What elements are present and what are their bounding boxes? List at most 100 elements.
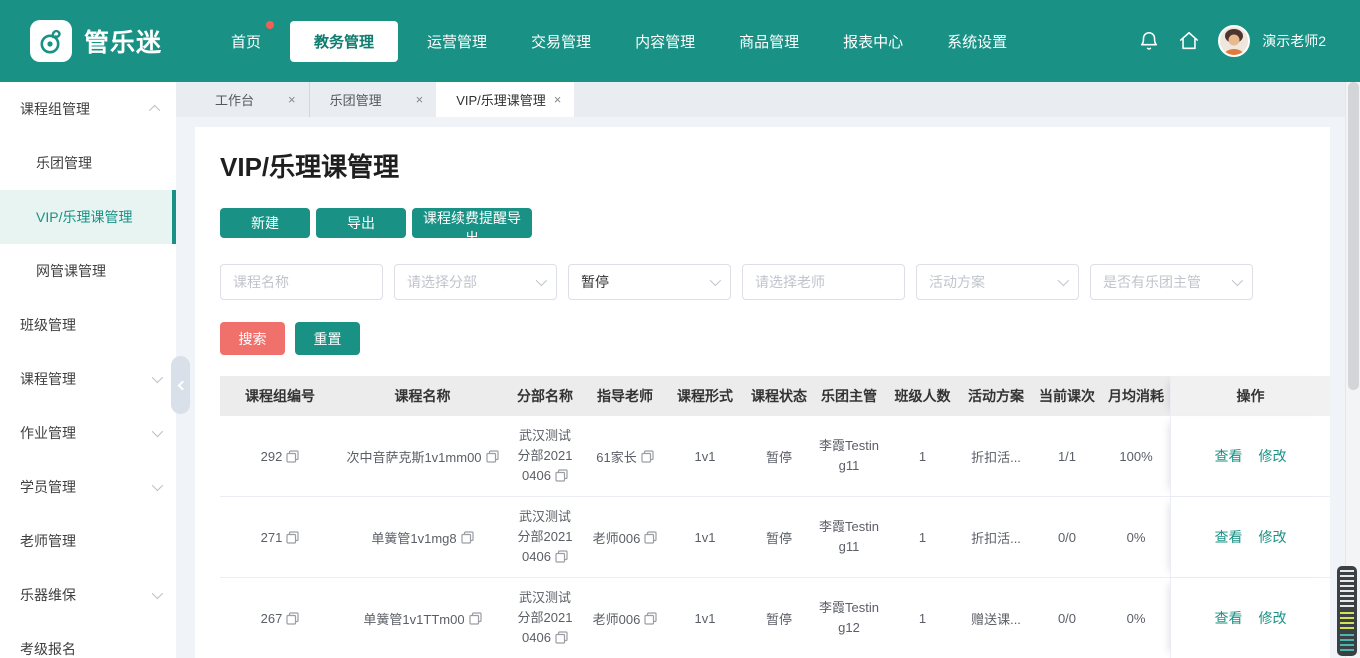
sidebar-item-label: 老师管理 (20, 533, 76, 549)
cell-monthly: 100% (1119, 448, 1153, 464)
edit-link[interactable]: 修改 (1259, 608, 1287, 628)
view-link[interactable]: 查看 (1215, 446, 1243, 466)
copy-icon[interactable] (555, 550, 568, 563)
minimap-section-teal (1340, 634, 1354, 654)
copy-icon[interactable] (286, 530, 299, 544)
chevron-down-icon (151, 587, 164, 600)
sidebar-item-vip-course-mgmt[interactable]: VIP/乐理课管理 (0, 190, 176, 244)
teacher-value: 61家长 (596, 449, 637, 465)
teacher-input-wrap (742, 264, 905, 300)
status-select-value: 暂停 (581, 274, 609, 290)
tab-bar: 工作台 × 乐团管理 × VIP/乐理课管理 × (176, 82, 1360, 117)
sidebar-collapse-handle[interactable] (171, 356, 190, 414)
view-link[interactable]: 查看 (1215, 608, 1243, 628)
edit-link[interactable]: 修改 (1259, 446, 1287, 466)
cell-manager: 李霞Testing11 (813, 416, 885, 496)
tab-close-icon[interactable]: × (554, 92, 562, 107)
copy-icon[interactable] (286, 449, 299, 463)
tab-close-icon[interactable]: × (416, 92, 424, 107)
nav-item-content[interactable]: 内容管理 (620, 22, 710, 61)
nav-item-products[interactable]: 商品管理 (724, 22, 814, 61)
sidebar-item-orchestra-mgmt[interactable]: 乐团管理 (0, 136, 176, 190)
copy-icon[interactable] (286, 611, 299, 625)
copy-icon[interactable] (644, 611, 657, 625)
col-header: 班级人数 (894, 388, 951, 404)
manager-value: 李霞Testing11 (819, 438, 879, 473)
tab-vip-course-mgmt[interactable]: VIP/乐理课管理 × (436, 82, 575, 117)
tab-workbench[interactable]: 工作台 × (195, 82, 310, 117)
tab-orchestra-mgmt[interactable]: 乐团管理 × (310, 82, 437, 117)
scrollbar-thumb[interactable] (1348, 82, 1359, 390)
cell-course-name: 单簧管1v1TTm00 (340, 578, 505, 658)
sidebar-item-instrument-maintenance[interactable]: 乐器维保 (0, 568, 176, 622)
copy-icon[interactable] (644, 530, 657, 544)
branch-select[interactable]: 请选择分部 (394, 264, 557, 300)
tab-close-icon[interactable]: × (288, 92, 296, 107)
user-name[interactable]: 演示老师2 (1262, 31, 1326, 51)
course-name-input[interactable] (233, 274, 370, 290)
copy-icon[interactable] (485, 449, 499, 463)
copy-icon[interactable] (468, 611, 482, 625)
chevron-down-icon (151, 371, 164, 384)
manager-value: 李霞Testing11 (819, 519, 879, 554)
sidebar-item-online-course-mgmt[interactable]: 网管课管理 (0, 244, 176, 298)
nav-item-home[interactable]: 首页 (216, 20, 276, 61)
create-button[interactable]: 新建 (220, 208, 310, 238)
cell-actions: 查看 修改 (1170, 416, 1330, 496)
copy-icon[interactable] (555, 631, 568, 644)
minimap-widget (1337, 566, 1357, 656)
table-row: 267 单簧管1v1TTm00 武汉测试分部20210406 老师006 1v1… (220, 578, 1330, 658)
home-icon[interactable] (1178, 30, 1200, 52)
nav-item-transactions[interactable]: 交易管理 (516, 22, 606, 61)
cell-form: 1v1 (694, 448, 716, 464)
has-manager-select[interactable]: 是否有乐团主管 (1090, 264, 1253, 300)
cell-status: 暂停 (765, 449, 792, 465)
sidebar-item-exam-registration[interactable]: 考级报名 (0, 622, 176, 658)
minimap-section-light (1340, 570, 1354, 610)
cell-group-id: 271 (220, 497, 340, 577)
main-content: VIP/乐理课管理 新建 导出 课程续费提醒导出 请选择分部 暂停 (176, 117, 1344, 658)
nav-item-academic[interactable]: 教务管理 (290, 20, 399, 62)
export-button[interactable]: 导出 (316, 208, 406, 238)
copy-icon[interactable] (641, 449, 654, 463)
user-avatar[interactable] (1218, 25, 1251, 57)
cell-branch: 武汉测试分部20210406 (505, 497, 585, 577)
sidebar-item-course-mgmt[interactable]: 课程管理 (0, 352, 176, 406)
col-header: 课程名称 (394, 388, 451, 404)
nav-item-operations[interactable]: 运营管理 (412, 22, 502, 61)
sidebar-item-course-group-mgmt[interactable]: 课程组管理 (0, 82, 176, 136)
cell-current: 0/0 (1057, 610, 1077, 626)
reset-button[interactable]: 重置 (295, 322, 360, 355)
nav-item-operations-label: 运营管理 (427, 33, 488, 51)
status-select[interactable]: 暂停 (568, 264, 731, 300)
search-button[interactable]: 搜索 (220, 322, 285, 355)
nav-item-settings[interactable]: 系统设置 (932, 22, 1022, 61)
plan-select[interactable]: 活动方案 (916, 264, 1079, 300)
nav-item-reports[interactable]: 报表中心 (828, 22, 918, 61)
nav-item-reports-label: 报表中心 (843, 33, 904, 51)
sidebar-item-teacher-mgmt[interactable]: 老师管理 (0, 514, 176, 568)
brand-logo-icon (30, 20, 72, 62)
chevron-left-icon (177, 380, 187, 390)
sidebar-item-student-mgmt[interactable]: 学员管理 (0, 460, 176, 514)
renewal-export-button[interactable]: 课程续费提醒导出 (412, 208, 532, 246)
tab-label: 乐团管理 (329, 93, 382, 108)
copy-icon[interactable] (555, 469, 568, 482)
bell-icon[interactable] (1138, 30, 1160, 52)
nav-item-academic-label: 教务管理 (314, 33, 375, 51)
sidebar-item-homework-mgmt[interactable]: 作业管理 (0, 406, 176, 460)
col-header: 课程组编号 (245, 388, 315, 404)
nav-item-home-label: 首页 (231, 33, 262, 51)
col-header: 分部名称 (517, 388, 573, 404)
teacher-input[interactable] (755, 274, 892, 290)
sidebar-item-class-mgmt[interactable]: 班级管理 (0, 298, 176, 352)
copy-icon[interactable] (461, 530, 474, 544)
notification-dot (266, 20, 275, 29)
col-header: 课程形式 (677, 388, 733, 404)
view-link[interactable]: 查看 (1215, 527, 1243, 547)
has-manager-placeholder: 是否有乐团主管 (1103, 274, 1201, 290)
tab-label: 工作台 (215, 93, 255, 108)
edit-link[interactable]: 修改 (1259, 527, 1287, 547)
nav-item-content-label: 内容管理 (635, 33, 696, 51)
nav-item-transactions-label: 交易管理 (531, 33, 592, 51)
